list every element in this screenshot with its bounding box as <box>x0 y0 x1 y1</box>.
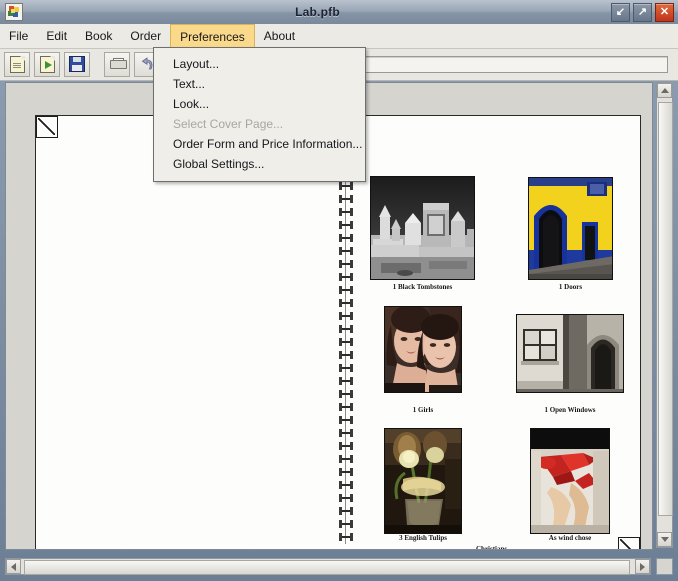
photo-caption-black-tombstones: 1 Black Tombstones <box>392 283 453 291</box>
photo-as-wind-chose[interactable] <box>530 428 610 534</box>
preferences-dropdown-menu: Layout... Text... Look... Select Cover P… <box>153 47 366 182</box>
app-palette-icon <box>5 3 23 21</box>
menu-edit[interactable]: Edit <box>37 24 76 48</box>
photo-black-tombstones[interactable] <box>370 176 475 280</box>
menu-file[interactable]: File <box>0 24 37 48</box>
scroll-up-button[interactable] <box>657 83 672 98</box>
photo-caption-open-windows: 1 Open Windows <box>544 406 596 414</box>
horizontal-scroll-thumb[interactable] <box>24 560 630 575</box>
menu-item-select-cover-page: Select Cover Page... <box>173 117 284 131</box>
scroll-down-button[interactable] <box>657 532 672 547</box>
triangle-left-icon <box>11 562 16 571</box>
photo-caption-english-tulips: 3 English Tulips <box>399 534 447 542</box>
photo-caption-as-wind-chose: As wind chose <box>548 534 592 542</box>
open-document-icon <box>39 55 55 73</box>
scrollbar-corner <box>656 558 673 575</box>
photo-girls[interactable] <box>384 306 462 393</box>
resize-handle-bottom-right[interactable] <box>618 537 640 549</box>
photo-caption-girls: 1 Girls <box>412 406 434 414</box>
horizontal-scrollbar[interactable] <box>5 558 651 575</box>
menu-preferences[interactable]: Preferences <box>170 24 255 48</box>
menu-about[interactable]: About <box>255 24 304 48</box>
window-title: Lab.pfb <box>295 5 340 19</box>
menu-item-order-form-and-price-information[interactable]: Order Form and Price Information... <box>154 134 365 154</box>
floppy-disk-icon <box>69 56 85 72</box>
vertical-scroll-thumb[interactable] <box>658 102 673 516</box>
triangle-right-icon <box>640 562 645 571</box>
title-bar: Lab.pfb ↙ ↗ ✕ <box>0 0 678 25</box>
menu-item-look[interactable]: Look... <box>154 94 365 114</box>
triangle-down-icon <box>660 537 669 542</box>
photo-english-tulips[interactable] <box>384 428 462 534</box>
vertical-scrollbar[interactable] <box>656 82 673 548</box>
printer-icon <box>109 58 127 70</box>
menu-item-global-settings[interactable]: Global Settings... <box>154 154 365 174</box>
minimize-button[interactable]: ↙ <box>611 3 630 22</box>
menu-item-layout[interactable]: Layout... <box>154 54 365 74</box>
maximize-button[interactable]: ↗ <box>633 3 652 22</box>
scroll-right-button[interactable] <box>635 559 650 574</box>
window-controls: ↙ ↗ ✕ <box>611 3 674 22</box>
new-document-icon <box>9 55 25 73</box>
save-button[interactable] <box>64 51 90 77</box>
resize-handle-top-left[interactable] <box>36 116 58 138</box>
photo-caption-doors: 1 Doors <box>558 283 583 291</box>
menu-item-text[interactable]: Text... <box>154 74 365 94</box>
menu-order[interactable]: Order <box>121 24 170 48</box>
photo-doors[interactable] <box>528 177 613 280</box>
new-document-button[interactable] <box>4 51 30 77</box>
menu-bar: File Edit Book Order Preferences About <box>0 24 678 49</box>
scroll-left-button[interactable] <box>6 559 21 574</box>
photo-open-windows[interactable] <box>516 314 624 393</box>
close-button[interactable]: ✕ <box>655 3 674 22</box>
free-text-christians[interactable]: Christians <box>476 545 507 549</box>
open-document-button[interactable] <box>34 51 60 77</box>
menu-book[interactable]: Book <box>76 24 121 48</box>
triangle-up-icon <box>660 88 669 93</box>
print-button[interactable] <box>104 51 130 77</box>
application-window: Lab.pfb ↙ ↗ ✕ File Edit Book Order Prefe… <box>0 0 678 581</box>
spiral-binding <box>339 156 353 544</box>
